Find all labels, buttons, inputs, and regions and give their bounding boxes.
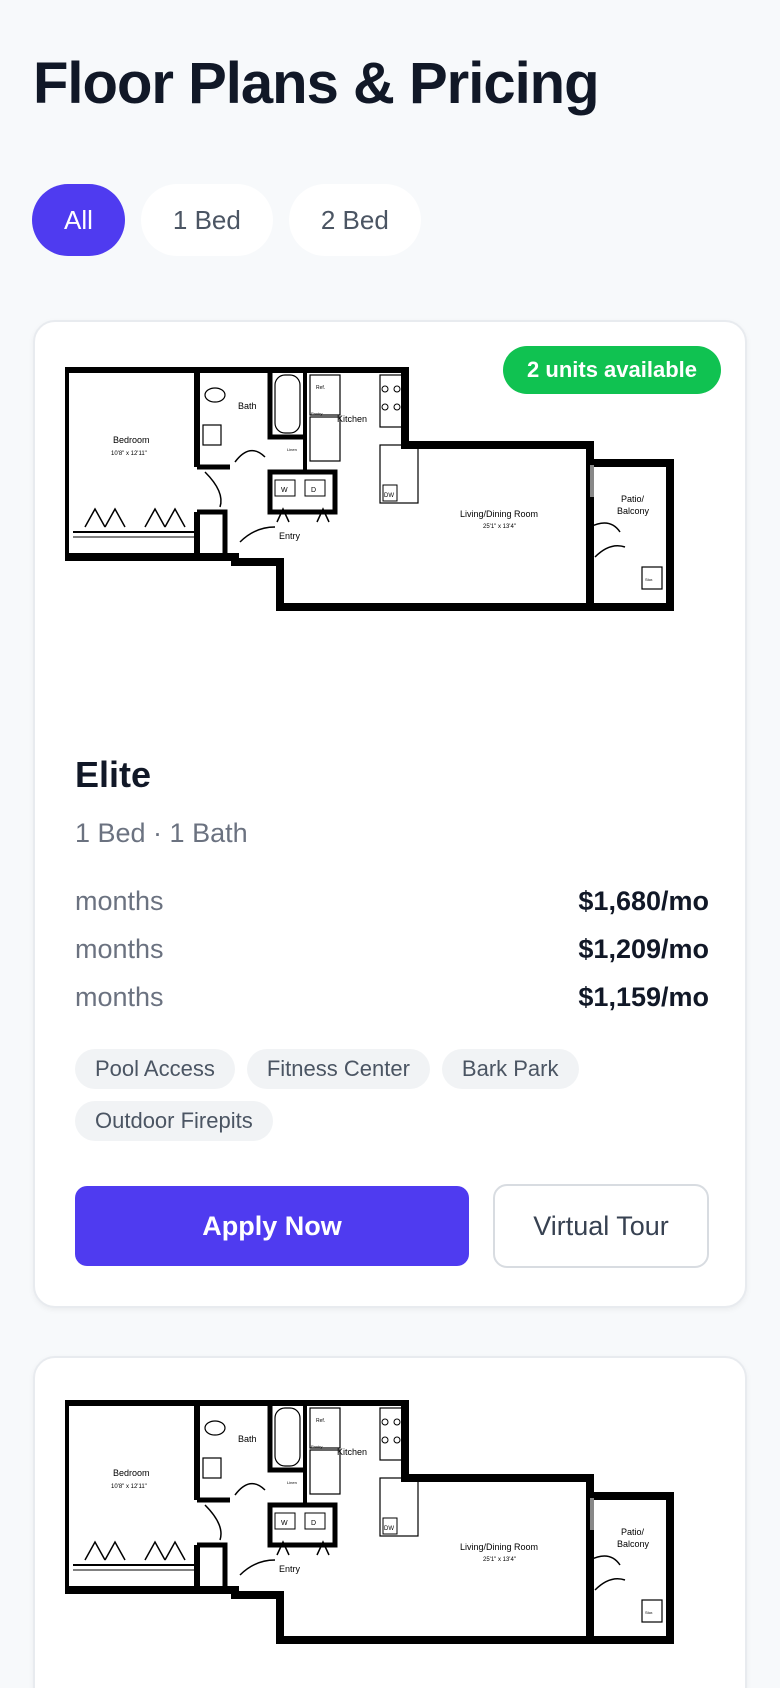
price-amount: $1,680/mo (578, 885, 709, 916)
plan-label-washer: W (281, 487, 288, 494)
plan-label-linen: Linen (287, 1480, 297, 1485)
floor-plan-image: Bedroom 10'8" x 12'11" Bath Ref. Pantry … (65, 367, 674, 611)
apply-now-button[interactable]: Apply Now (75, 1186, 469, 1266)
plan-label-ref: Ref. (316, 1418, 325, 1424)
plan-label-entry: Entry (279, 531, 301, 541)
plan-label-bedroom-dims: 10'8" x 12'11" (111, 1484, 147, 1490)
plan-label-patio: Patio/ (621, 494, 645, 504)
page-title: Floor Plans & Pricing (33, 51, 600, 116)
price-list: months $1,680/mo months $1,209/mo months… (75, 877, 709, 1021)
plan-name: Elite (75, 754, 152, 795)
price-amount: $1,209/mo (578, 933, 709, 964)
price-row: months $1,209/mo (75, 925, 709, 973)
floor-plan-card: Bedroom 10'8" x 12'11" Bath Ref. Pantry … (33, 1356, 747, 1688)
price-row: months $1,159/mo (75, 973, 709, 1021)
plan-label-patio: Patio/ (621, 1527, 645, 1537)
filter-all[interactable]: All (32, 184, 125, 256)
amenity-tag: Outdoor Firepits (75, 1101, 273, 1141)
plan-label-balcony: Balcony (617, 1539, 650, 1549)
price-amount: $1,159/mo (578, 981, 709, 1012)
plan-label-kitchen: Kitchen (337, 1447, 367, 1457)
plan-label-linen: Linen (287, 447, 297, 452)
amenity-tags: Pool Access Fitness Center Bark Park Out… (75, 1049, 635, 1141)
price-row: months $1,680/mo (75, 877, 709, 925)
plan-label-bath: Bath (238, 1434, 257, 1444)
amenity-tag: Bark Park (441, 1049, 579, 1089)
plan-label-kitchen: Kitchen (337, 414, 367, 424)
plan-label-living-dims: 25'1" x 13'4" (483, 524, 516, 530)
plan-label-entry: Entry (279, 1564, 301, 1574)
plan-label-bedroom-dims: 10'8" x 12'11" (111, 451, 147, 457)
floor-plan-card: Bedroom 10'8" x 12'11" Bath Ref. Pantry … (33, 320, 747, 1308)
plan-label-living: Living/Dining Room (460, 1542, 538, 1552)
plan-label-storage: Stor. (645, 577, 653, 582)
filter-tabs: All 1 Bed 2 Bed (32, 184, 421, 256)
page: Floor Plans & Pricing All 1 Bed 2 Bed Be… (0, 0, 780, 1688)
plan-label-dw: DW (384, 493, 394, 499)
virtual-tour-button[interactable]: Virtual Tour (493, 1184, 709, 1268)
card-body: Elite 1 Bed · 1 Bath months $1,680/mo mo… (75, 754, 709, 1141)
plan-label-pantry: Pantry (311, 1444, 323, 1449)
plan-label-washer: W (281, 1520, 288, 1527)
plan-label-dryer: D (311, 1520, 316, 1527)
floor-plan-image: Bedroom 10'8" x 12'11" Bath Ref. Pantry … (65, 1400, 674, 1644)
amenity-tag: Fitness Center (246, 1049, 430, 1089)
amenity-tag: Pool Access (75, 1049, 235, 1089)
plan-label-ref: Ref. (316, 385, 325, 391)
plan-label-balcony: Balcony (617, 506, 650, 516)
plan-label-dw: DW (384, 1526, 394, 1532)
availability-badge: 2 units available (503, 346, 721, 394)
filter-1-bed[interactable]: 1 Bed (140, 184, 273, 256)
plan-label-bath: Bath (238, 401, 257, 411)
plan-label-living-dims: 25'1" x 13'4" (483, 1557, 516, 1563)
plan-label-pantry: Pantry (311, 411, 323, 416)
card-actions: Apply Now Virtual Tour (75, 1184, 709, 1268)
price-term: months (75, 981, 164, 1012)
plan-label-living: Living/Dining Room (460, 509, 538, 519)
filter-2-bed[interactable]: 2 Bed (288, 184, 421, 256)
price-term: months (75, 933, 164, 964)
plan-label-bedroom: Bedroom (113, 435, 150, 445)
plan-label-storage: Stor. (645, 1610, 653, 1615)
plan-label-bedroom: Bedroom (113, 1468, 150, 1478)
plan-specs: 1 Bed · 1 Bath (75, 818, 248, 848)
price-term: months (75, 885, 164, 916)
plan-label-dryer: D (311, 487, 316, 494)
